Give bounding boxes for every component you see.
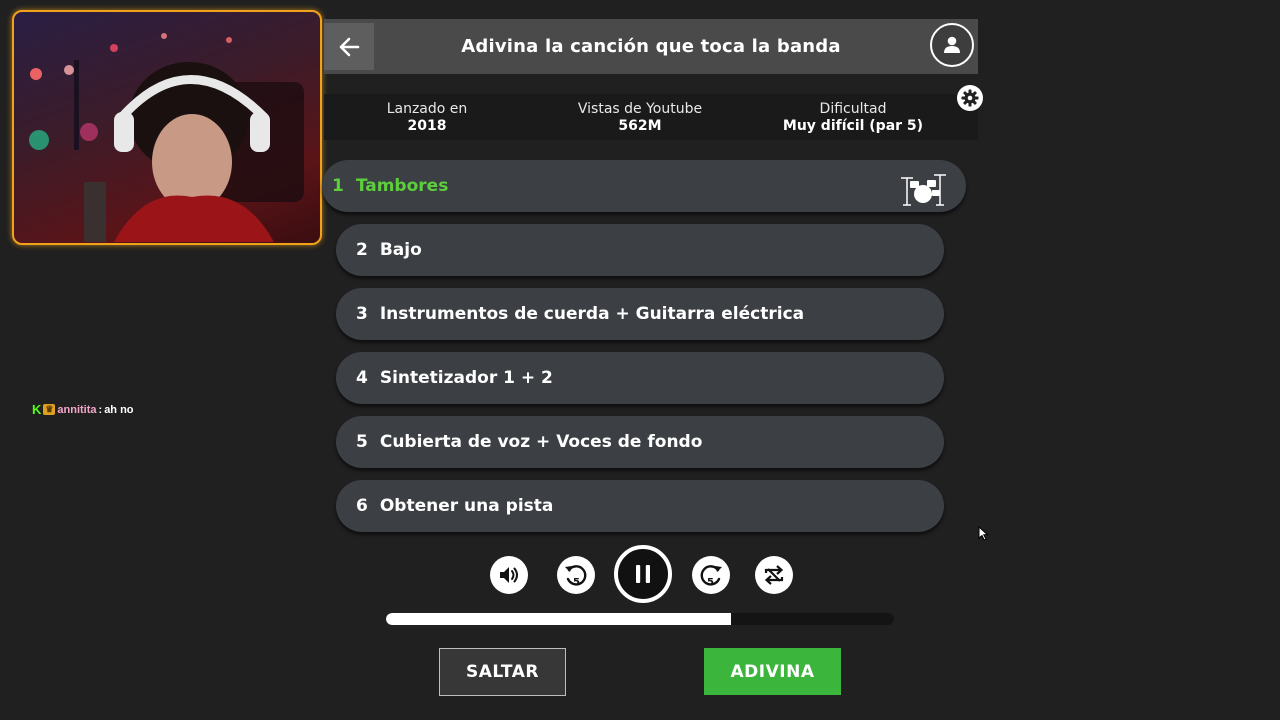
forward-seconds: 5: [707, 577, 714, 588]
repeat-button[interactable]: [755, 556, 793, 594]
rewind-5-icon: 5: [565, 565, 587, 588]
release-year-info: Lanzado en 2018: [324, 94, 530, 140]
mouse-cursor-icon: [978, 526, 989, 541]
song-info-bar: Lanzado en 2018 Vistas de Youtube 562M D…: [324, 94, 978, 140]
track-number: 4: [356, 368, 368, 388]
rewind-seconds: 5: [573, 577, 580, 588]
difficulty-info: Dificultad Muy difícil (par 5): [750, 94, 956, 140]
track-row-2[interactable]: 2 Bajo: [336, 224, 944, 276]
track-label: Bajo: [379, 240, 422, 260]
guess-button[interactable]: ADIVINA: [704, 648, 841, 695]
gear-icon: [961, 89, 979, 107]
settings-button[interactable]: [957, 85, 983, 111]
track-label: Sintetizador 1 + 2: [379, 368, 553, 388]
track-number: 2: [356, 240, 368, 260]
track-label: Obtener una pista: [379, 496, 554, 516]
info-label: Dificultad: [819, 101, 887, 117]
pause-button[interactable]: [614, 545, 672, 603]
youtube-views-info: Vistas de Youtube 562M: [530, 94, 750, 140]
kick-badge-icon: K: [32, 402, 42, 417]
progress-fill: [386, 613, 732, 625]
profile-button[interactable]: [930, 23, 974, 67]
track-row-5[interactable]: 5 Cubierta de voz + Voces de fondo: [336, 416, 944, 468]
track-row-6[interactable]: 6 Obtener una pista: [336, 480, 944, 532]
forward-5-icon: 5: [700, 565, 722, 588]
skip-button[interactable]: SALTAR: [439, 648, 566, 696]
track-row-1[interactable]: 1 Tambores: [322, 160, 966, 212]
info-label: Lanzado en: [386, 101, 468, 117]
playback-progress-bar[interactable]: [386, 613, 894, 625]
speaker-icon: [500, 567, 518, 583]
track-number: 1: [332, 176, 344, 196]
repeat-icon: [764, 565, 784, 585]
rewind-button[interactable]: 5: [557, 556, 595, 594]
chat-username: annitita: [57, 403, 97, 416]
arrow-left-icon: [339, 37, 360, 56]
pause-icon: [636, 565, 650, 583]
track-number: 6: [356, 496, 368, 516]
chat-message: K ♛ annitita: ah no: [32, 402, 134, 417]
chat-separator: :: [98, 403, 103, 416]
info-value: Muy difícil (par 5): [782, 118, 924, 134]
track-label: Tambores: [355, 176, 449, 196]
track-row-3[interactable]: 3 Instrumentos de cuerda + Guitarra eléc…: [336, 288, 944, 340]
crown-badge-icon: ♛: [43, 404, 56, 415]
drum-kit-icon: [901, 174, 946, 206]
info-label: Vistas de Youtube: [577, 101, 703, 117]
track-number: 3: [356, 304, 368, 324]
user-icon: [944, 36, 960, 53]
back-button[interactable]: [324, 23, 374, 70]
track-row-4[interactable]: 4 Sintetizador 1 + 2: [336, 352, 944, 404]
header-bar: Adivina la canción que toca la banda: [324, 19, 978, 74]
volume-button[interactable]: [490, 556, 528, 594]
track-label: Cubierta de voz + Voces de fondo: [379, 432, 703, 452]
info-value: 2018: [407, 118, 447, 134]
info-value: 562M: [618, 118, 662, 134]
track-number: 5: [356, 432, 368, 452]
page-title: Adivina la canción que toca la banda: [461, 36, 841, 57]
forward-button[interactable]: 5: [692, 556, 730, 594]
track-label: Instrumentos de cuerda + Guitarra eléctr…: [379, 304, 805, 324]
webcam-overlay: [12, 10, 322, 245]
chat-text: ah no: [104, 403, 134, 416]
streamer-video-image: [29, 33, 304, 242]
